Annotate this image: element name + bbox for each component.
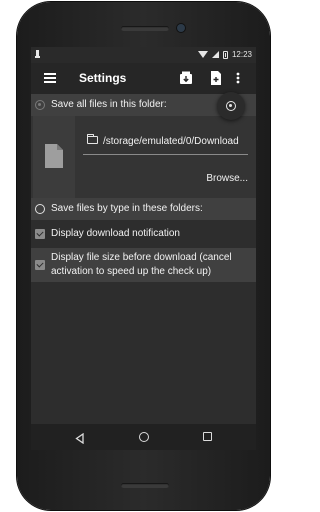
file-thumbnail (33, 116, 75, 198)
back-icon[interactable] (75, 431, 84, 449)
save-all-radio[interactable] (35, 100, 45, 110)
page-title: Settings (79, 71, 127, 85)
navigation-bar (31, 424, 256, 450)
front-camera (177, 24, 185, 32)
battery-icon (222, 50, 228, 59)
menu-icon[interactable] (44, 73, 56, 83)
folder-path: /storage/emulated/0/Download (103, 136, 239, 147)
signal-icon (211, 51, 219, 58)
screen: 12:23 Settings Save all files in this fo… (31, 47, 256, 450)
notification-icon (35, 50, 40, 60)
phone-top-bezel (17, 2, 270, 46)
browse-button[interactable]: Browse... (206, 173, 248, 184)
settings-content: Save all files in this folder: /storage/… (31, 92, 256, 424)
save-all-label: Save all files in this folder: (51, 99, 167, 110)
path-underline (83, 154, 248, 155)
file-icon (45, 144, 63, 168)
save-by-type-row[interactable]: Save files by type in these folders: (31, 198, 256, 220)
more-vert-icon[interactable] (235, 70, 241, 86)
status-icons: 12:23 (197, 50, 252, 59)
earpiece-speaker (121, 26, 169, 31)
bottom-speaker (121, 483, 169, 488)
folder-icon (87, 134, 98, 144)
file-size-row[interactable]: Display file size before download (cance… (31, 248, 256, 282)
folder-path-field[interactable]: /storage/emulated/0/Download (83, 130, 248, 152)
file-size-label-line1: Display file size before download (cance… (51, 252, 232, 263)
download-box-icon[interactable] (179, 70, 193, 86)
folder-panel: /storage/emulated/0/Download Browse... (31, 116, 256, 198)
app-bar: Settings (31, 63, 256, 94)
fab-button[interactable] (217, 92, 245, 120)
notification-label: Display download notification (51, 228, 180, 239)
notification-row[interactable]: Display download notification (31, 224, 256, 244)
notification-checkbox[interactable] (35, 229, 45, 239)
target-icon (226, 101, 236, 111)
wifi-icon (197, 51, 208, 58)
save-by-type-label: Save files by type in these folders: (51, 203, 203, 214)
home-icon[interactable] (139, 432, 149, 442)
file-size-checkbox[interactable] (35, 260, 45, 270)
status-time: 12:23 (231, 50, 252, 59)
save-by-type-radio[interactable] (35, 204, 45, 214)
file-size-label-line2: activation to speed up the check up) (51, 266, 212, 277)
recents-icon[interactable] (203, 432, 212, 441)
file-add-icon[interactable] (209, 70, 223, 86)
status-bar: 12:23 (31, 47, 256, 63)
